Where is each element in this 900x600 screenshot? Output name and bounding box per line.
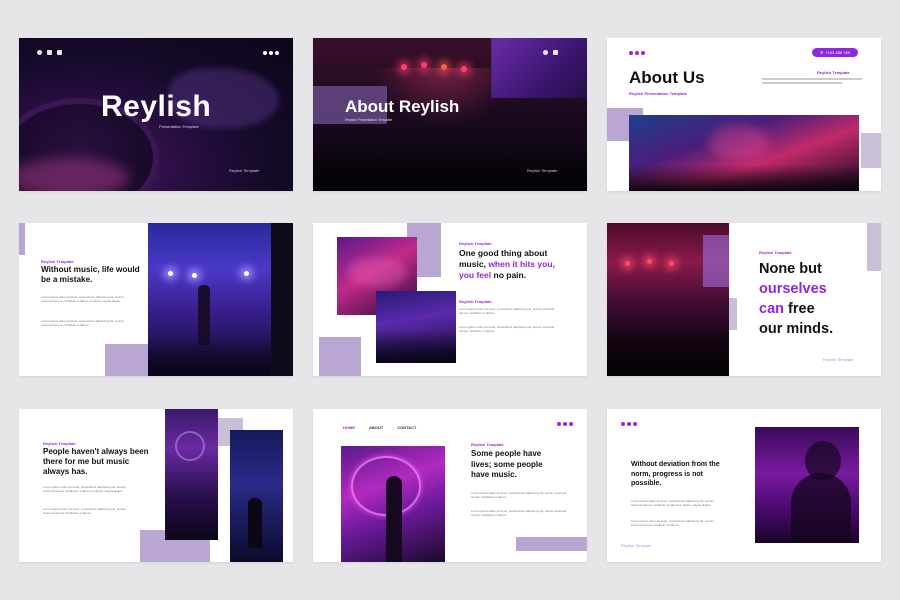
body-paragraph-2: Lorem ipsum dolor sit amet, consectetur … [43,507,126,516]
nav-home[interactable]: HOME [343,425,355,430]
accent-block [105,344,153,376]
body-paragraph-1: Lorem ipsum dolor sit amet, consectetur … [471,491,567,500]
facebook-icon[interactable] [57,50,62,55]
slide-heading: None but ourselves can free our minds. [759,259,833,339]
phone-pill[interactable]: ✆ +123 456 789 [812,48,858,57]
slide-heading: One good thing about music, when it hits… [459,248,569,281]
slide-8-quote[interactable]: HOME ABOUT CONTACT Reylish Template Some… [313,409,587,562]
heading-part-3: no pain. [493,270,527,280]
body-paragraph-1: Lorem ipsum dolor sit amet, consectetur … [459,307,555,316]
template-label: Reylish Template [759,250,792,255]
slide-subtitle: Reylish Presentation Template [629,91,687,96]
neon-dancer-photo [341,446,445,562]
instagram-icon[interactable] [543,50,548,55]
photo-edge [271,223,293,376]
social-icons [543,50,558,55]
slide-5-quote[interactable]: Reylish Template One good thing about mu… [313,223,587,376]
template-label: Reylish Template [459,241,492,246]
slide-title: About Reylish [345,97,460,116]
accent-bar-right [867,223,881,271]
template-label: Reylish Template [471,442,504,447]
template-label: Reylish Template [43,441,76,446]
slide-subtitle: Presentation Template [159,124,199,129]
top-nav: HOME ABOUT CONTACT [343,425,417,430]
template-label-2: Reylish Template [459,299,492,304]
instagram-icon[interactable] [37,50,42,55]
body-paragraph-2: Lorem ipsum dolor sit amet, consectetur … [471,509,567,518]
accent-bar-mid [729,298,737,330]
template-label: Reylish Template [41,259,74,264]
slide-footer: Reylish Template [229,168,260,173]
inset-photo [491,38,587,98]
slide-7-quote[interactable]: Reylish Template People haven't always b… [19,409,293,562]
menu-dots-icon[interactable] [263,51,279,55]
guitarist-stage-photo [148,223,271,376]
body-paragraph-1: Lorem ipsum dolor sit amet, consectetur … [43,485,126,494]
heading-line-3a: can [759,301,784,317]
club-crowd-photo [629,115,859,191]
slide-title: About Us [629,68,705,87]
slide-9-quote[interactable]: Without deviation from the norm, progres… [607,409,881,562]
template-label: Reylish Template [817,70,850,75]
slide-6-quote[interactable]: Reylish Template None but ourselves can … [607,223,881,376]
menu-dots-icon[interactable] [621,422,637,426]
accent-block-bottom [319,337,361,376]
slide-footer: Reylish Template [527,168,558,173]
crowd-photo-bottom [376,291,456,363]
heading-line-2: ourselves [759,281,827,297]
body-paragraph-2: Lorem ipsum dolor sit amet, consectetur … [459,325,555,334]
body-paragraph-1: Lorem ipsum dolor sit amet, consectetur … [631,499,714,508]
nav-contact[interactable]: CONTACT [397,425,416,430]
heading-line-1: None but [759,261,822,277]
phone-icon: ✆ [820,50,824,55]
body-paragraph-2: Lorem ipsum dolor sit amet, consectetur … [41,319,124,328]
phone-number: +123 456 789 [825,50,850,55]
slide-2-about-reylish[interactable]: About Reylish Reylish Presentation Templ… [313,38,587,191]
slide-3-about-us[interactable]: ✆ +123 456 789 About Us Reylish Presenta… [607,38,881,191]
intro-text [762,78,862,84]
accent-block-photo [703,235,729,287]
slide-heading: Without music, life would be a mistake. [41,265,140,284]
slide-heading: Without deviation from the norm, progres… [631,461,720,487]
slide-heading: People haven't always been there for me … [43,447,149,476]
heading-line-3b: free [788,301,815,317]
slide-footer: Reylish Template [823,357,854,362]
accent-bar-left [19,223,25,255]
body-paragraph-2: Lorem ipsum dolor sit amet, consectetur … [631,519,714,528]
accent-block [516,537,587,551]
accent-block-right [861,133,881,168]
body-paragraph-1: Lorem ipsum dolor sit amet, consectetur … [41,295,124,304]
nav-about[interactable]: ABOUT [369,425,383,430]
singer-photo [755,427,859,543]
facebook-icon[interactable] [553,50,558,55]
slide-title: Reylish [101,90,212,123]
slide-1-cover[interactable]: Reylish Presentation Template Reylish Te… [19,38,293,191]
slide-footer: Reylish Template [621,543,652,548]
menu-dots-icon[interactable] [629,51,645,55]
slide-heading: Some people have lives; some people have… [471,449,543,479]
menu-dots-icon[interactable] [557,422,573,426]
slide-4-quote[interactable]: Reylish Template Without music, life wou… [19,223,293,376]
twitter-icon[interactable] [47,50,52,55]
social-icons [37,50,62,55]
slide-subtitle: Reylish Presentation Template [345,118,393,122]
heading-line-4: our minds. [759,321,834,337]
festival-light-photo [165,409,218,540]
performer-photo [230,430,283,562]
